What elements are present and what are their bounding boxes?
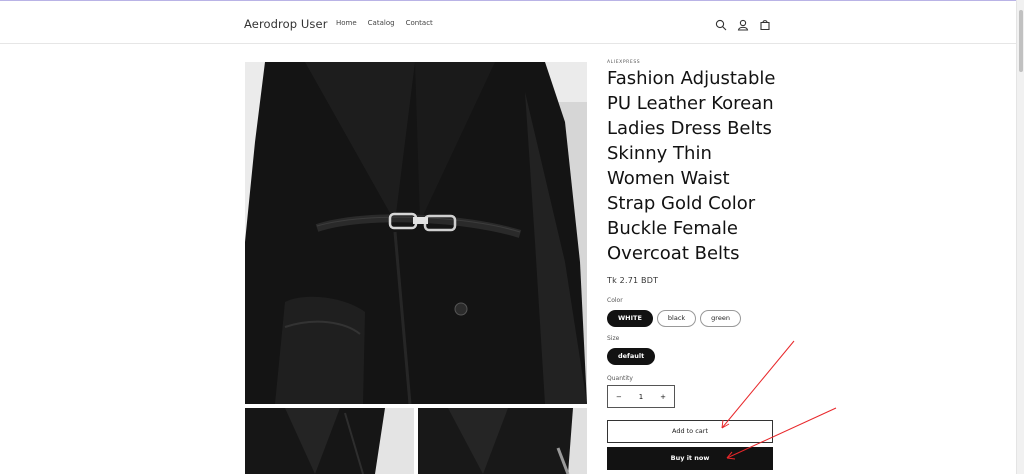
size-label: Size xyxy=(607,335,620,342)
main-nav: Home Catalog Contact xyxy=(336,19,433,27)
brand-name[interactable]: Aerodrop User xyxy=(244,17,328,31)
color-label: Color xyxy=(607,297,623,304)
color-option-white[interactable]: WHITE xyxy=(607,310,653,327)
nav-home[interactable]: Home xyxy=(336,19,357,27)
size-option-default[interactable]: default xyxy=(607,348,656,365)
quantity-decrease-button[interactable]: − xyxy=(616,393,622,401)
color-options: WHITE black green xyxy=(607,310,741,327)
quantity-stepper: − 1 + xyxy=(607,385,675,408)
size-options: default xyxy=(607,348,656,365)
product-price: Tk 2.71 BDT xyxy=(607,276,659,285)
nav-contact[interactable]: Contact xyxy=(406,19,433,27)
color-option-green[interactable]: green xyxy=(700,310,741,327)
nav-catalog[interactable]: Catalog xyxy=(368,19,395,27)
search-icon[interactable] xyxy=(715,16,727,31)
add-to-cart-button[interactable]: Add to cart xyxy=(607,420,773,443)
account-icon[interactable] xyxy=(737,16,749,31)
color-option-black[interactable]: black xyxy=(656,310,697,327)
cart-icon[interactable] xyxy=(759,16,771,31)
scrollbar-thumb[interactable] xyxy=(1019,10,1023,72)
header-icons xyxy=(715,16,771,31)
product-thumbnail-1[interactable] xyxy=(245,408,414,474)
product-main-image[interactable] xyxy=(245,62,587,404)
buy-it-now-button[interactable]: Buy it now xyxy=(607,447,773,470)
product-title: Fashion Adjustable PU Leather Korean Lad… xyxy=(607,68,776,264)
page-scrollbar[interactable] xyxy=(1016,0,1024,474)
site-header: Aerodrop User Home Catalog Contact xyxy=(0,1,1016,44)
quantity-increase-button[interactable]: + xyxy=(660,393,666,401)
quantity-input[interactable]: 1 xyxy=(639,393,643,401)
quantity-label: Quantity xyxy=(607,375,633,382)
product-vendor: ALIEXPRESS xyxy=(607,60,641,65)
product-thumbnail-2[interactable] xyxy=(418,408,587,474)
annotation-arrow-add-to-cart xyxy=(721,340,795,429)
